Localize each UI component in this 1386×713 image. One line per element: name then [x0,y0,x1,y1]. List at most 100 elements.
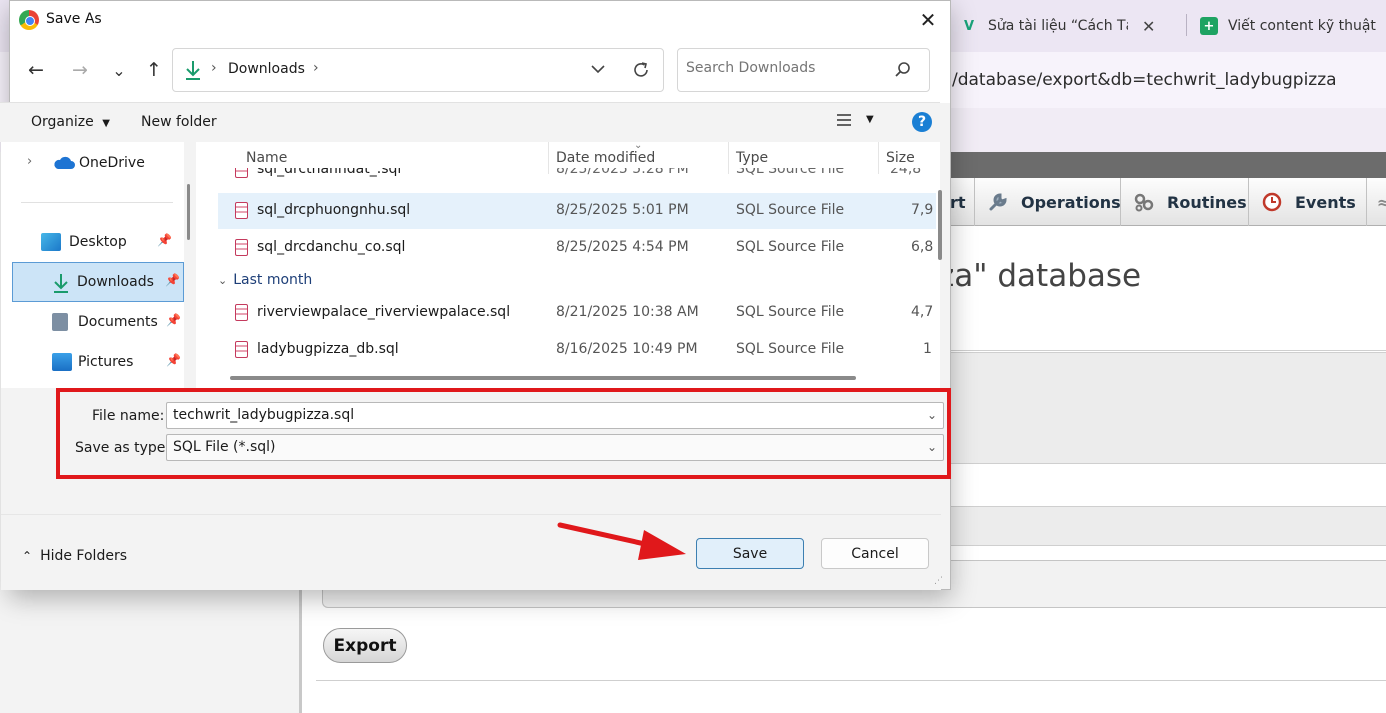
nav-item-onedrive[interactable]: › OneDrive [3,144,173,182]
file-type: SQL Source File [736,341,845,357]
nav-item-documents[interactable]: Documents 📌 [12,303,182,341]
file-name: sql_drcdanchu_co.sql [257,239,406,255]
save-button[interactable]: Save [696,538,804,569]
resize-grip-icon[interactable]: ⋰ [934,576,943,586]
path-separator[interactable]: › [313,60,319,76]
up-button[interactable]: ↑ [140,56,168,84]
tab-label: Events [1295,192,1356,212]
help-icon[interactable]: ? [912,112,932,132]
browser-tab-sheets[interactable]: + Viết content kỹ thuật [1200,6,1386,46]
view-options-button[interactable]: ▼ [836,112,874,132]
path-segment-downloads[interactable]: Downloads [228,61,305,77]
file-size: 6,8 [911,239,934,255]
file-name: riverviewpalace_riverviewpalace.sql [257,304,511,320]
caret-down-icon: ▼ [102,118,110,129]
refresh-icon[interactable] [631,60,651,84]
search-input[interactable] [686,60,886,76]
pin-icon[interactable]: 📌 [157,233,172,247]
nav-scrollbar[interactable] [184,142,195,388]
table-row[interactable]: ladybugpizza_db.sql 8/16/2025 10:49 PM S… [218,332,936,368]
clock-icon [1261,191,1283,213]
file-date: 8/21/2025 10:38 AM [556,304,699,320]
tab-label: Routines [1167,192,1247,212]
tab-more[interactable]: ≈ [1366,178,1386,226]
group-header-last-month[interactable]: ⌄ Last month [218,272,312,288]
nav-item-downloads[interactable]: Downloads 📌 [12,262,184,302]
nav-item-label: OneDrive [79,155,145,171]
file-type: SQL Source File [736,304,845,320]
forward-button[interactable]: → [66,56,94,84]
chevron-down-icon[interactable] [591,59,605,83]
hide-folders-button[interactable]: ⌃ Hide Folders [22,548,127,564]
nav-item-label: Pictures [78,354,134,370]
dialog-titlebar: Save As ✕ [10,1,950,39]
divider [21,202,173,203]
chevron-up-icon: ⌃ [22,549,33,563]
nav-item-pictures[interactable]: Pictures 📌 [12,343,182,381]
more-icon: ≈ [1377,192,1386,212]
hide-folders-label: Hide Folders [40,548,127,564]
documents-icon [52,313,68,331]
arrow-annotation-icon [557,522,686,560]
path-separator: › [211,60,217,76]
close-icon[interactable]: ✕ [1142,17,1155,36]
tab-routines[interactable]: Routines [1120,178,1248,226]
sql-file-icon [235,239,248,256]
file-type: SQL Source File [736,239,845,255]
chevron-right-icon[interactable]: › [27,154,32,169]
browser-tab-label: Viết content kỹ thuật [1228,18,1376,34]
caret-down-icon: ▼ [866,114,874,125]
recent-locations-button[interactable]: ⌄ [105,56,133,84]
back-button[interactable]: ← [22,56,50,84]
export-button[interactable]: Export [323,628,407,663]
file-type: SQL Source File [736,202,845,218]
pin-icon[interactable]: 📌 [166,353,181,367]
dialog-title: Save As [46,11,102,27]
horizontal-scrollbar[interactable] [230,376,856,380]
cloud-icon [53,156,75,174]
browser-tab-label: Sửa tài liệu “Cách Tả [988,18,1128,34]
organize-label: Organize [31,114,94,130]
tab-label: rt [950,192,966,212]
tab-events[interactable]: Events [1248,178,1366,226]
vertical-scrollbar[interactable] [938,190,942,260]
table-row[interactable]: sql_drcphuongnhu.sql 8/25/2025 5:01 PM S… [218,193,936,229]
options-panel [938,506,1386,546]
cancel-button[interactable]: Cancel [821,538,929,569]
sql-file-icon [235,202,248,219]
file-name: sql_drcphuongnhu.sql [257,202,411,218]
nav-item-label: Downloads [77,274,154,290]
pin-icon[interactable]: 📌 [165,273,180,287]
pin-icon[interactable]: 📌 [166,313,181,327]
organize-button[interactable]: Organize ▼ [31,114,110,130]
list-view-icon [836,114,852,132]
new-folder-button[interactable]: New folder [141,114,217,130]
table-row[interactable]: sql_drcdanchu_co.sql 8/25/2025 4:54 PM S… [218,230,936,266]
tab-separator [1186,14,1187,36]
address-url[interactable]: /database/export&db=techwrit_ladybugpizz… [952,70,1337,90]
file-size: 7,9 [911,202,934,218]
address-path-box[interactable]: › Downloads › [172,48,664,92]
search-icon[interactable] [894,61,912,83]
nav-item-desktop[interactable]: Desktop 📌 [3,223,173,261]
chevron-down-icon[interactable]: ⌄ [218,274,227,287]
highlight-annotation-box [56,388,951,479]
file-size: 1 [923,341,932,357]
group-label: Last month [233,272,313,288]
browser-tab-vietjack[interactable]: V Sửa tài liệu “Cách Tả ✕ [960,6,1174,46]
file-size: 4,7 [911,304,934,320]
download-arrow-icon [185,60,201,84]
sql-file-icon [235,341,248,358]
sheets-plus-icon: + [1200,17,1218,35]
routines-icon [1133,191,1155,213]
scroll-thumb[interactable] [187,184,190,240]
page-title: za" database [938,258,1142,294]
vietjack-v-icon: V [963,18,975,34]
downloads-icon [53,273,69,297]
table-row[interactable]: riverviewpalace_riverviewpalace.sql 8/21… [218,295,936,331]
tab-operations[interactable]: Operations [974,178,1121,226]
file-date: 8/16/2025 10:49 PM [556,341,698,357]
close-button[interactable]: ✕ [906,1,950,39]
desktop-icon [41,233,61,251]
search-box[interactable] [677,48,930,92]
